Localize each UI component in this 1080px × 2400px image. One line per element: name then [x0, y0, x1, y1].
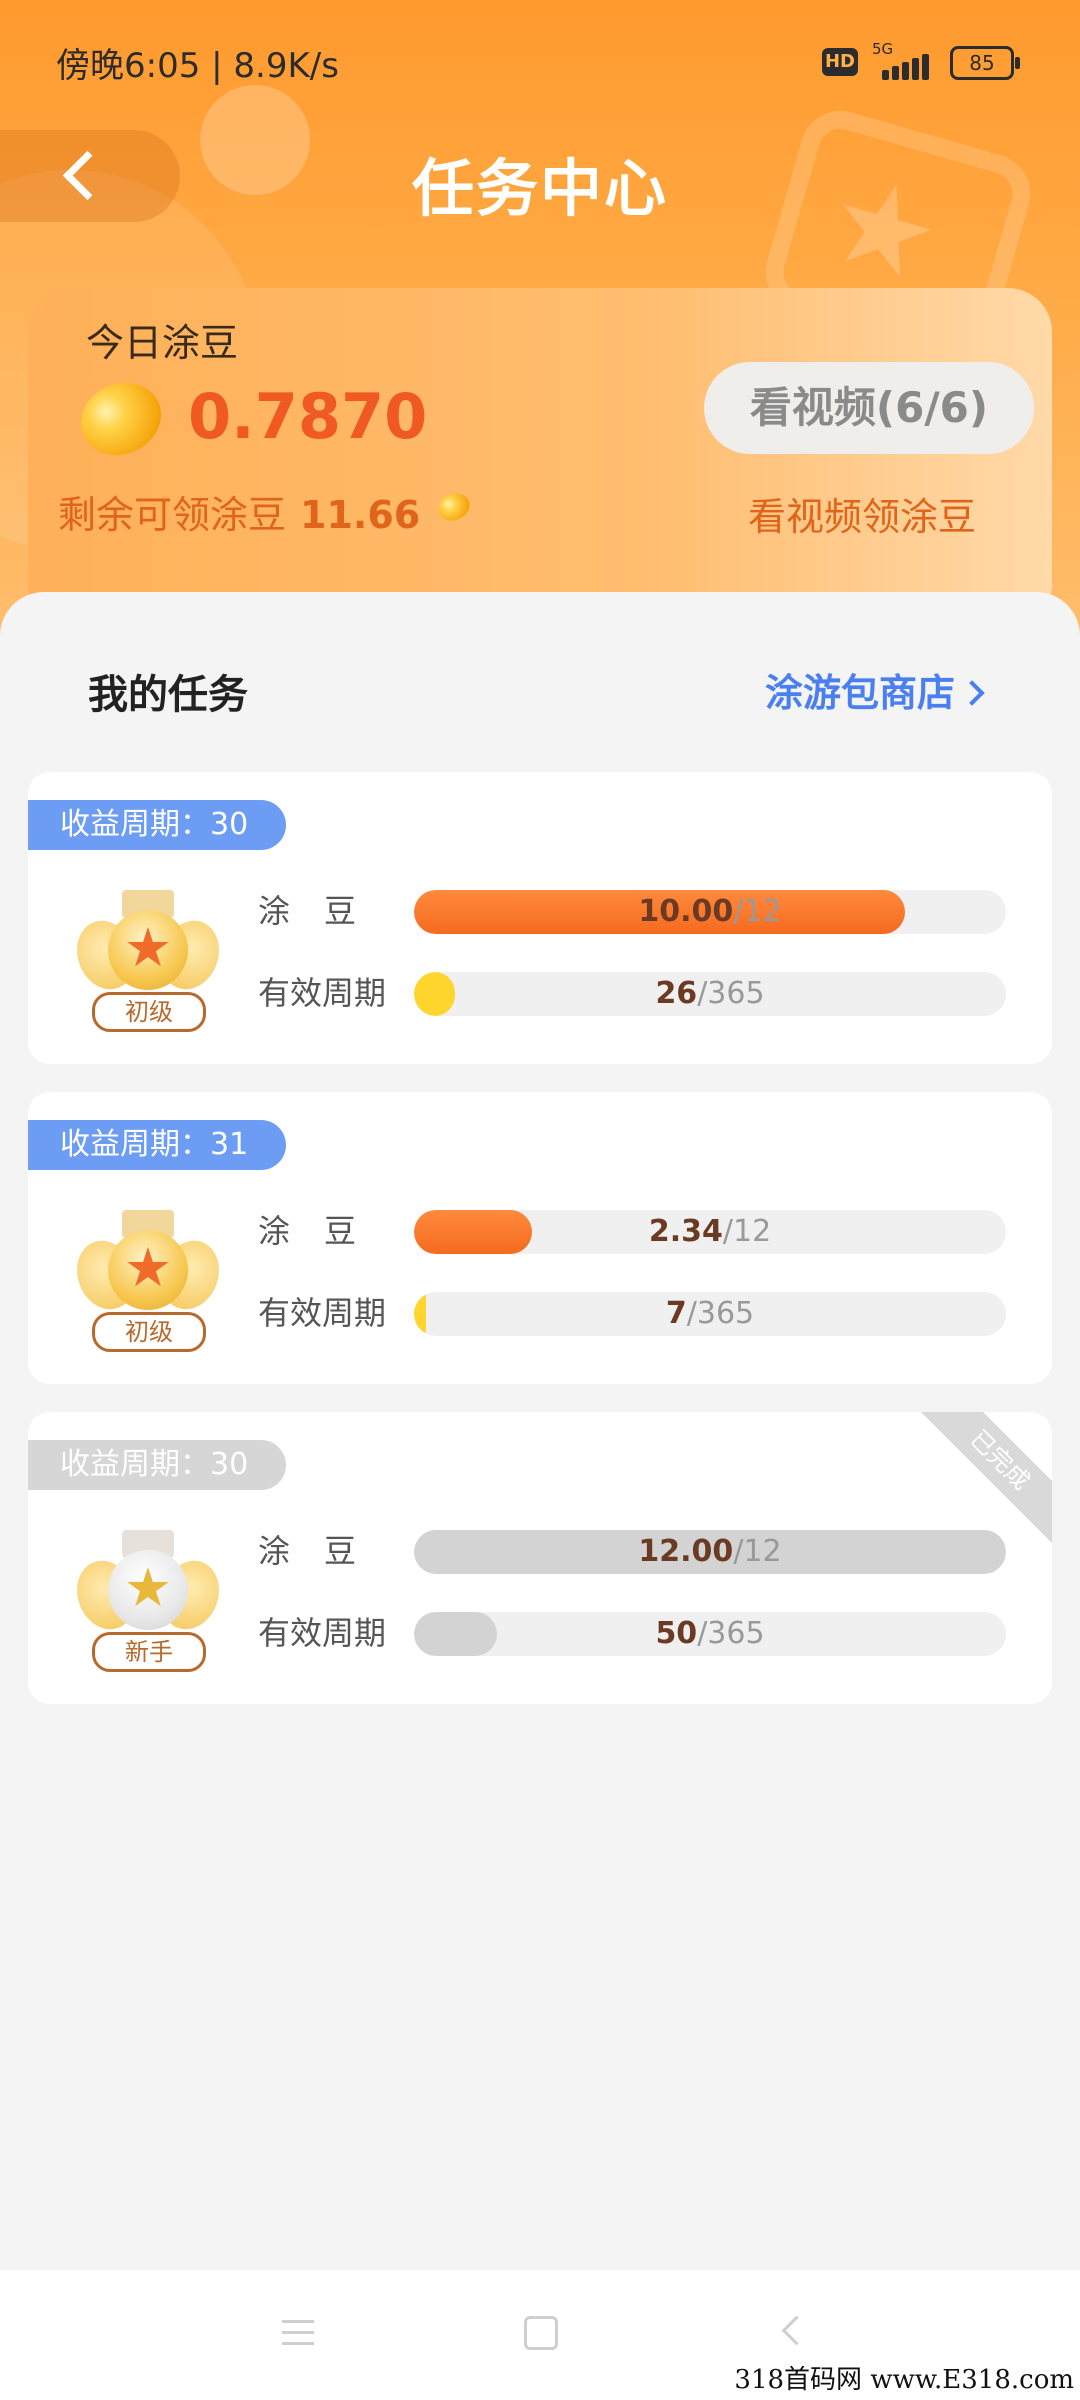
hd-icon: HD [822, 48, 858, 76]
level-badge: 新手 [92, 1632, 206, 1672]
bean-small-icon [434, 488, 474, 526]
earnings-label: 今日涂豆 [86, 321, 239, 365]
remaining-value: 11.66 [300, 493, 421, 537]
page-title: 任务中心 [411, 152, 668, 225]
network-type: 5G [872, 40, 894, 58]
cycle-progress-text: 26/365 [655, 976, 765, 1011]
remaining-beans: 剩余可领涂豆 11.66 [58, 484, 420, 539]
period-tag: 收益周期：30 [28, 1440, 286, 1490]
cycle-row-label: 有效周期 [258, 1614, 387, 1652]
bean-row-label: 涂豆 [258, 892, 391, 930]
cycle-progress-bar: 50/365 [414, 1612, 1006, 1656]
task-card[interactable]: 已完成 收益周期：30 ★ 新手 涂豆 12.00/12 有效周期 50/365 [28, 1412, 1052, 1704]
remaining-label: 剩余可领涂豆 [58, 493, 287, 537]
bean-progress-bar: 2.34/12 [414, 1210, 1006, 1254]
bean-progress-bar: 10.00/12 [414, 890, 1006, 934]
back-icon[interactable] [781, 2315, 812, 2346]
bean-progress-text: 2.34/12 [648, 1214, 772, 1249]
section-title: 我的任务 [88, 672, 248, 718]
watch-video-link[interactable]: 看视频领涂豆 [748, 486, 976, 541]
shop-link-label: 涂游包商店 [765, 671, 956, 715]
period-tag: 收益周期：30 [28, 800, 286, 850]
bean-progress-text: 12.00/12 [638, 1534, 782, 1569]
home-icon[interactable] [524, 2316, 558, 2350]
chevron-right-icon [959, 680, 985, 706]
menu-icon[interactable] [282, 2320, 314, 2353]
medal-icon: ★ 新手 [67, 1530, 229, 1672]
earnings-card: 今日涂豆 0.7870 剩余可领涂豆 11.66 看视频(6/6) 看视频领涂豆 [28, 288, 1052, 628]
battery-icon: 85 [950, 46, 1020, 80]
level-badge: 初级 [92, 1312, 206, 1352]
watermark: 318首码网 www.E318.com [734, 2365, 1074, 2395]
cycle-progress-text: 50/365 [655, 1616, 765, 1651]
bean-row-label: 涂豆 [258, 1532, 391, 1570]
cycle-progress-bar: 26/365 [414, 972, 1006, 1016]
shop-link[interactable]: 涂游包商店 [765, 662, 985, 717]
earnings-amount: 0.7870 [188, 380, 428, 453]
cycle-row-label: 有效周期 [258, 1294, 387, 1332]
period-tag: 收益周期：31 [28, 1120, 286, 1170]
medal-icon: ★ 初级 [67, 890, 229, 1032]
task-card[interactable]: 收益周期：31 ★ 初级 涂豆 2.34/12 有效周期 7/365 [28, 1092, 1052, 1384]
bean-progress-text: 10.00/12 [638, 894, 782, 929]
cycle-progress-bar: 7/365 [414, 1292, 1006, 1336]
level-badge: 初级 [92, 992, 206, 1032]
medal-icon: ★ 初级 [67, 1210, 229, 1352]
bean-progress-bar: 12.00/12 [414, 1530, 1006, 1574]
status-bar: 傍晚6:05 | 8.9K/s HD 5G 85 [0, 0, 1080, 120]
bean-row-label: 涂豆 [258, 1212, 391, 1250]
watch-video-button[interactable]: 看视频(6/6) [704, 362, 1034, 454]
bean-icon [69, 369, 173, 469]
task-card[interactable]: 收益周期：30 ★ 初级 涂豆 10.00/12 有效周期 26/365 [28, 772, 1052, 1064]
status-time: 傍晚6:05 | 8.9K/s [56, 46, 339, 86]
task-list-panel: 我的任务 涂游包商店 收益周期：30 ★ 初级 涂豆 10.00/12 有效周期… [0, 592, 1080, 2272]
signal-icon: 5G [868, 40, 938, 80]
cycle-progress-text: 7/365 [665, 1296, 755, 1331]
cycle-row-label: 有效周期 [258, 974, 387, 1012]
